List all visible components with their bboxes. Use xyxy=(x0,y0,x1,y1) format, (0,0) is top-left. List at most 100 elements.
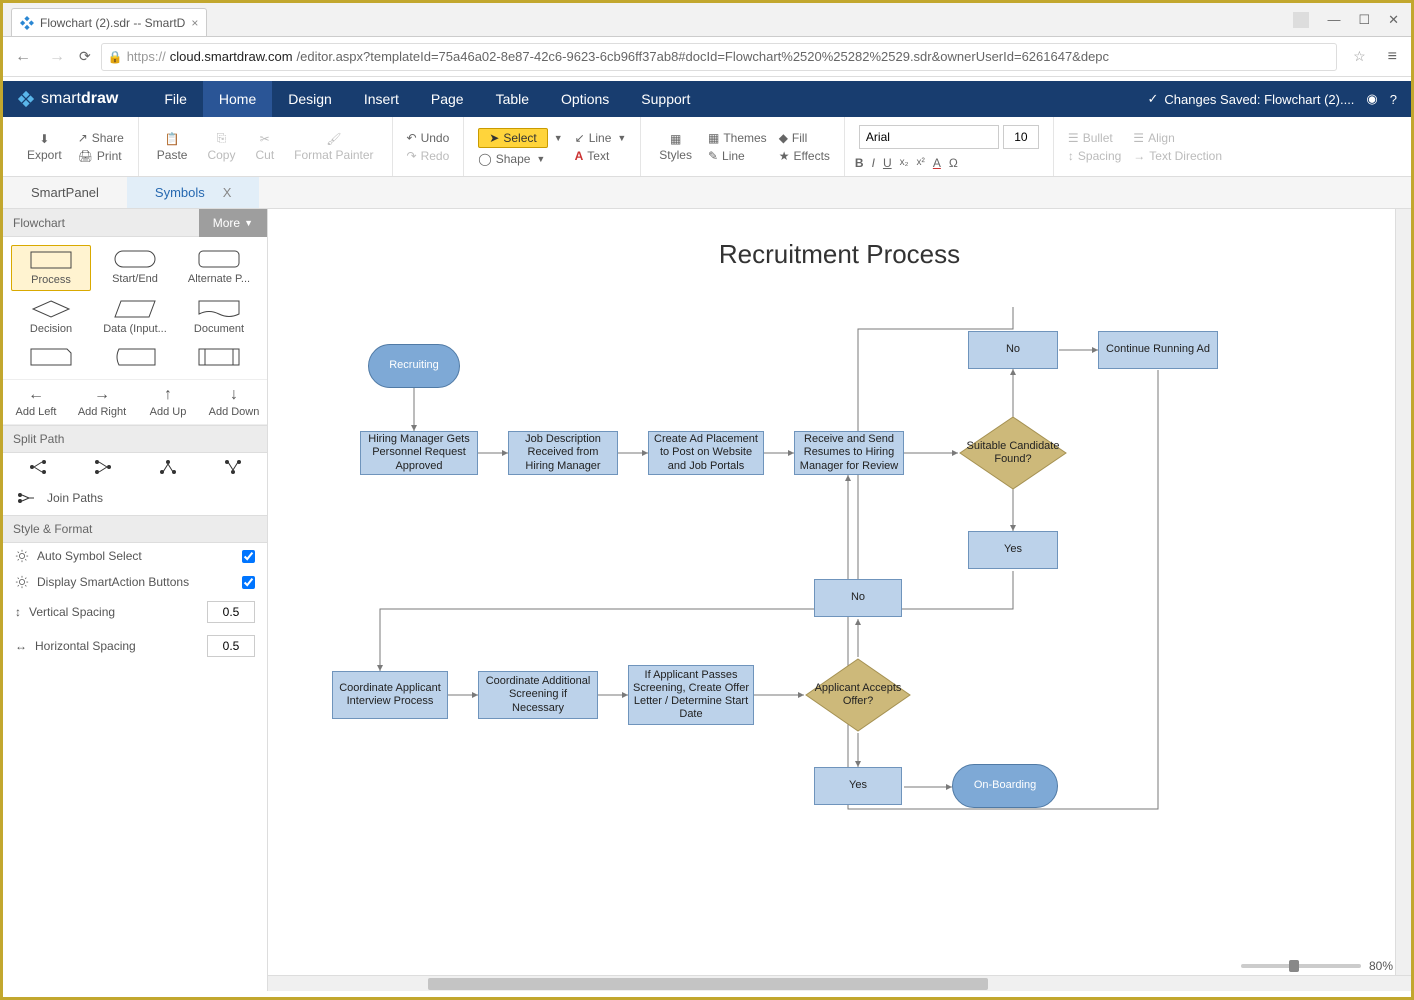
horizontal-scrollbar[interactable] xyxy=(268,975,1411,991)
split-opt-1[interactable] xyxy=(11,459,64,475)
auto-symbol-checkbox[interactable] xyxy=(242,550,255,563)
styles-button[interactable]: ▦Styles xyxy=(651,130,700,164)
font-color-button[interactable]: A xyxy=(933,156,941,170)
menu-table[interactable]: Table xyxy=(480,81,545,117)
node-d1[interactable]: Suitable Candidate Found? xyxy=(958,415,1068,491)
forward-button[interactable]: → xyxy=(45,44,69,70)
smartaction-checkbox[interactable] xyxy=(242,576,255,589)
logo[interactable]: smartdraw xyxy=(17,90,118,108)
zoom-slider[interactable] xyxy=(1241,964,1361,968)
shape-extra2[interactable] xyxy=(95,343,175,371)
subscript-button[interactable]: x₂ xyxy=(900,157,909,168)
shape-data[interactable]: Data (Input... xyxy=(95,295,175,339)
bullet-button[interactable]: ☰Bullet xyxy=(1064,130,1125,146)
spacing-button[interactable]: ↕Spacing xyxy=(1064,148,1125,164)
omega-button[interactable]: Ω xyxy=(949,156,958,170)
reload-button[interactable]: ⟳ xyxy=(79,48,91,65)
font-name-input[interactable] xyxy=(859,125,999,149)
italic-button[interactable]: I xyxy=(872,156,875,170)
node-n4[interactable]: Receive and Send Resumes to Hiring Manag… xyxy=(794,431,904,475)
help-icon[interactable]: ? xyxy=(1390,92,1397,107)
close-panel-icon[interactable]: X xyxy=(223,185,232,200)
menu-home[interactable]: Home xyxy=(203,81,272,117)
node-recruiting[interactable]: Recruiting xyxy=(368,344,460,388)
node-no2[interactable]: No xyxy=(814,579,902,617)
align-button[interactable]: ☰Align xyxy=(1129,130,1226,146)
minimize-button[interactable]: — xyxy=(1327,12,1340,27)
node-n6[interactable]: Coordinate Additional Screening if Neces… xyxy=(478,671,598,719)
node-n5[interactable]: Coordinate Applicant Interview Process xyxy=(332,671,448,719)
node-n1[interactable]: Hiring Manager Gets Personnel Request Ap… xyxy=(360,431,478,475)
select-tool[interactable]: ➤ Select▼ xyxy=(474,127,566,149)
close-icon[interactable]: × xyxy=(191,16,198,30)
back-button[interactable]: ← xyxy=(11,44,35,70)
node-yes1[interactable]: Yes xyxy=(968,531,1058,569)
more-button[interactable]: More▼ xyxy=(199,209,267,237)
split-opt-4[interactable] xyxy=(206,459,259,475)
shape-extra3[interactable] xyxy=(179,343,259,371)
add-down[interactable]: ↓Add Down xyxy=(201,380,267,424)
menu-insert[interactable]: Insert xyxy=(348,81,415,117)
vspacing-input[interactable] xyxy=(207,601,255,623)
add-right[interactable]: →Add Right xyxy=(69,380,135,424)
redo-button[interactable]: ↷Redo xyxy=(403,148,454,164)
shape-tool[interactable]: ◯Shape▼ xyxy=(474,151,566,167)
superscript-button[interactable]: x² xyxy=(917,157,925,168)
line-tool[interactable]: ↙Line▼ xyxy=(571,130,631,146)
undo-button[interactable]: ↶Undo xyxy=(403,130,454,146)
node-n3[interactable]: Create Ad Placement to Post on Website a… xyxy=(648,431,764,475)
underline-button[interactable]: U xyxy=(883,156,892,170)
node-n7[interactable]: If Applicant Passes Screening, Create Of… xyxy=(628,665,754,725)
menu-design[interactable]: Design xyxy=(272,81,348,117)
shape-extra1[interactable] xyxy=(11,343,91,371)
split-opt-3[interactable] xyxy=(141,459,194,475)
fill-button[interactable]: ◆Fill xyxy=(775,130,834,146)
user-icon[interactable] xyxy=(1293,12,1309,28)
paste-button[interactable]: 📋Paste xyxy=(149,130,196,164)
format-painter-button[interactable]: 🖌Format Painter xyxy=(286,130,381,164)
canvas[interactable]: Recruitment Process xyxy=(268,209,1411,991)
hspacing-input[interactable] xyxy=(207,635,255,657)
export-button[interactable]: ⬇Export xyxy=(19,130,70,164)
add-left[interactable]: ←Add Left xyxy=(3,380,69,424)
node-no1[interactable]: No xyxy=(968,331,1058,369)
shape-alternate[interactable]: Alternate P... xyxy=(179,245,259,291)
menu-options[interactable]: Options xyxy=(545,81,625,117)
shape-decision[interactable]: Decision xyxy=(11,295,91,339)
text-direction-button[interactable]: →Text Direction xyxy=(1129,148,1226,164)
browser-tab[interactable]: Flowchart (2).sdr -- SmartD × xyxy=(11,8,207,36)
themes-button[interactable]: ▦Themes xyxy=(704,130,771,146)
print-button[interactable]: 🖨Print xyxy=(74,148,128,164)
tab-symbols[interactable]: SymbolsX xyxy=(127,177,260,208)
copy-button[interactable]: ⎘Copy xyxy=(199,129,243,164)
node-d2[interactable]: Applicant Accepts Offer? xyxy=(804,657,912,733)
notification-icon[interactable]: ◉ xyxy=(1366,91,1377,107)
bookmark-icon[interactable]: ☆ xyxy=(1347,48,1372,65)
join-paths[interactable]: Join Paths xyxy=(3,481,267,515)
shape-document[interactable]: Document xyxy=(179,295,259,339)
vertical-scrollbar[interactable] xyxy=(1395,209,1411,975)
shape-startend[interactable]: Start/End xyxy=(95,245,175,291)
split-opt-2[interactable] xyxy=(76,459,129,475)
add-up[interactable]: ↑Add Up xyxy=(135,380,201,424)
effects-button[interactable]: ★Effects xyxy=(775,148,834,164)
font-size-input[interactable] xyxy=(1003,125,1039,149)
url-field[interactable]: 🔒 https://cloud.smartdraw.com/editor.asp… xyxy=(101,43,1337,71)
browser-menu-button[interactable]: ≡ xyxy=(1382,48,1403,66)
bold-button[interactable]: B xyxy=(855,156,864,170)
line-style-button[interactable]: ✎Line xyxy=(704,148,771,164)
shape-process[interactable]: Process xyxy=(11,245,91,291)
text-tool[interactable]: AText xyxy=(571,148,631,164)
tab-smartpanel[interactable]: SmartPanel xyxy=(3,177,127,208)
share-button[interactable]: ↗Share xyxy=(74,130,128,146)
menu-file[interactable]: File xyxy=(148,81,203,117)
close-button[interactable]: ✕ xyxy=(1388,12,1399,28)
node-n2[interactable]: Job Description Received from Hiring Man… xyxy=(508,431,618,475)
hscroll-thumb[interactable] xyxy=(428,978,988,990)
menu-page[interactable]: Page xyxy=(415,81,480,117)
node-yes2[interactable]: Yes xyxy=(814,767,902,805)
node-continue[interactable]: Continue Running Ad xyxy=(1098,331,1218,369)
cut-button[interactable]: ✂Cut xyxy=(247,130,282,164)
node-onboarding[interactable]: On-Boarding xyxy=(952,764,1058,808)
menu-support[interactable]: Support xyxy=(625,81,706,117)
